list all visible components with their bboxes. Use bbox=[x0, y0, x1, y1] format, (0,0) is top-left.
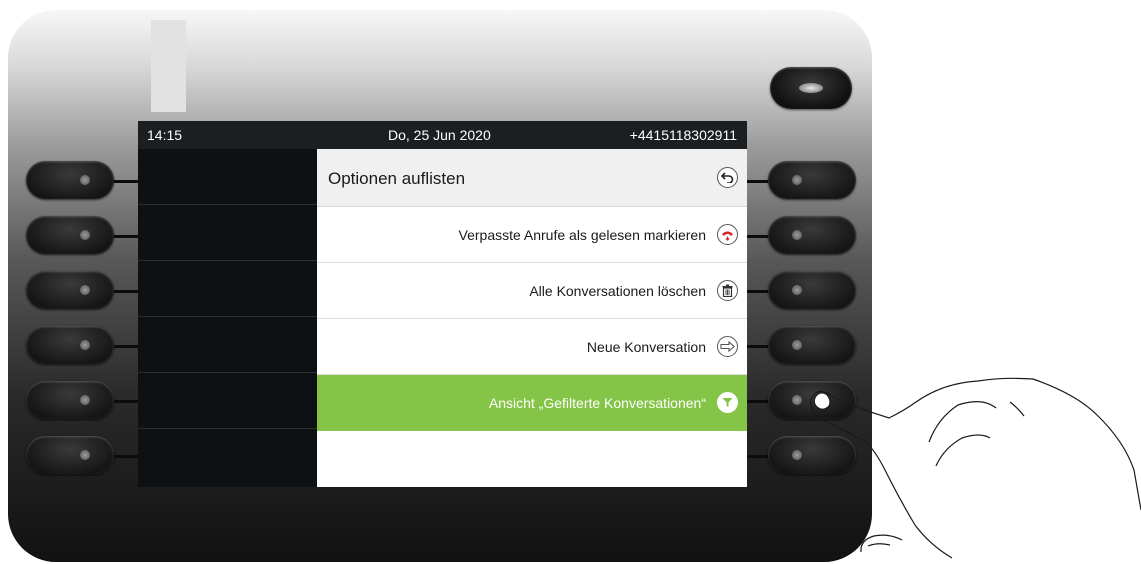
left-softkey-1[interactable] bbox=[26, 161, 114, 199]
page-title: Optionen auflisten bbox=[328, 169, 466, 188]
left-label-slot bbox=[138, 373, 317, 429]
right-softkey-3[interactable] bbox=[768, 271, 856, 309]
status-date: Do, 25 Jun 2020 bbox=[388, 127, 491, 143]
status-time: 14:15 bbox=[147, 127, 183, 143]
options-menu: Optionen auflisten Verpasste Anrufe als … bbox=[317, 149, 747, 487]
key-connector bbox=[112, 235, 138, 238]
filter-icon bbox=[717, 392, 738, 413]
right-softkey-4[interactable] bbox=[768, 326, 856, 364]
phone-display: 14:15 Do, 25 Jun 2020 +4415118302911 Opt… bbox=[138, 121, 747, 487]
option-label: Ansicht „Gefilterte Konversationen“ bbox=[488, 395, 706, 411]
option-mark-missed-read[interactable]: Verpasste Anrufe als gelesen markieren bbox=[317, 207, 747, 263]
left-softkey-6[interactable] bbox=[26, 436, 114, 474]
softkey-led-icon bbox=[792, 285, 802, 295]
left-softkey-5[interactable] bbox=[26, 381, 114, 419]
status-phone-number: +4415118302911 bbox=[629, 127, 737, 143]
left-softkey-3[interactable] bbox=[26, 271, 114, 309]
option-label: Neue Konversation bbox=[586, 339, 706, 355]
options-header: Optionen auflisten bbox=[317, 149, 747, 207]
key-connector bbox=[112, 290, 138, 293]
right-softkey-2[interactable] bbox=[768, 216, 856, 254]
left-label-slot bbox=[138, 205, 317, 261]
softkey-led-icon bbox=[80, 450, 90, 460]
softkey-led-icon bbox=[792, 340, 802, 350]
hook-led-icon bbox=[799, 83, 823, 93]
right-softkey-1[interactable] bbox=[768, 161, 856, 199]
option-new-conversation[interactable]: Neue Konversation bbox=[317, 319, 747, 375]
key-connector bbox=[112, 345, 138, 348]
left-label-slot bbox=[138, 261, 317, 317]
left-softkey-4[interactable] bbox=[26, 326, 114, 364]
option-label: Verpasste Anrufe als gelesen markieren bbox=[458, 227, 706, 243]
softkey-led-icon bbox=[80, 395, 90, 405]
handset-slot bbox=[151, 20, 186, 112]
option-filtered-view[interactable]: Ansicht „Gefilterte Konversationen“ bbox=[317, 375, 747, 431]
back-arrow-icon[interactable] bbox=[717, 167, 738, 188]
softkey-led-icon bbox=[792, 175, 802, 185]
softkey-led-icon bbox=[80, 230, 90, 240]
key-connector bbox=[112, 180, 138, 183]
key-connector bbox=[112, 455, 138, 458]
trash-icon bbox=[717, 280, 738, 301]
left-softkey-2[interactable] bbox=[26, 216, 114, 254]
option-label: Alle Konversationen löschen bbox=[529, 283, 706, 299]
key-connector bbox=[112, 400, 138, 403]
missed-call-icon bbox=[717, 224, 738, 245]
softkey-led-icon bbox=[792, 230, 802, 240]
option-delete-all[interactable]: Alle Konversationen löschen bbox=[317, 263, 747, 319]
left-softkey-labels bbox=[138, 149, 317, 487]
left-label-slot bbox=[138, 317, 317, 373]
status-bar: 14:15 Do, 25 Jun 2020 +4415118302911 bbox=[138, 121, 747, 149]
softkey-led-icon bbox=[80, 285, 90, 295]
softkey-led-icon bbox=[80, 175, 90, 185]
left-label-slot bbox=[138, 149, 317, 205]
softkey-led-icon bbox=[80, 340, 90, 350]
pointing-hand-icon bbox=[810, 377, 1141, 559]
hook-button[interactable] bbox=[770, 67, 852, 109]
arrow-right-icon bbox=[717, 336, 738, 357]
